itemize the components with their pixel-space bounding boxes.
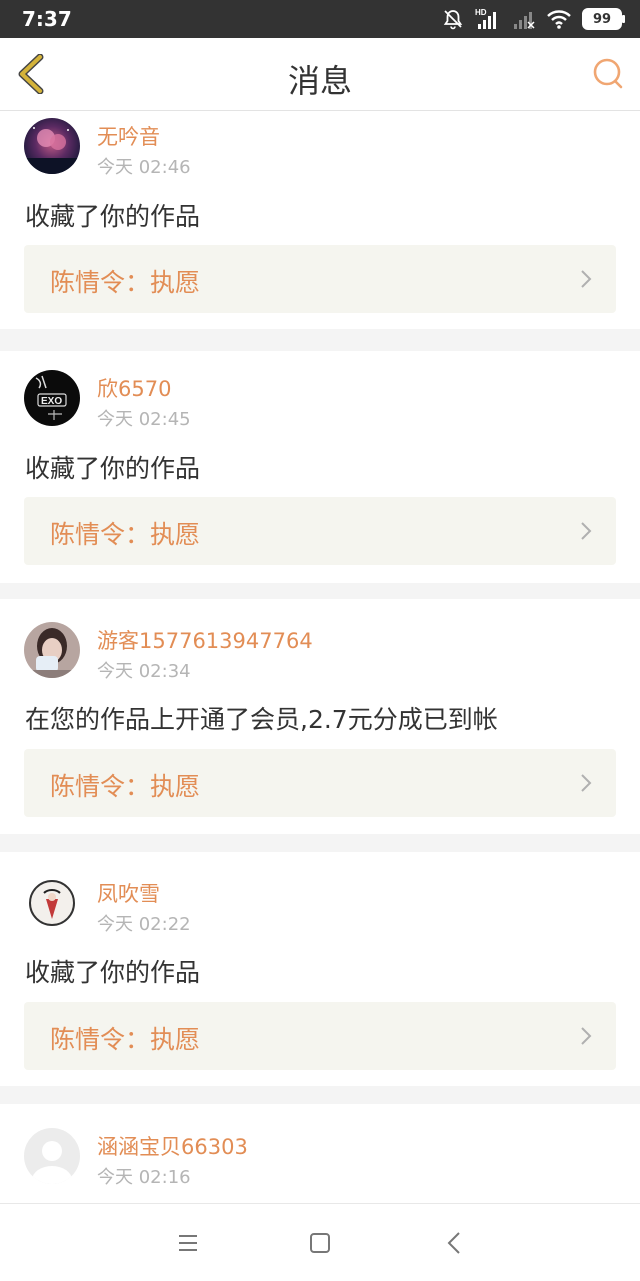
signal-hd-icon: HD [474, 7, 502, 31]
signal-weak-icon [512, 8, 536, 30]
user-avatar[interactable]: EXO [24, 370, 80, 426]
wifi-icon [546, 8, 572, 30]
user-name[interactable]: 无吟音 [97, 121, 160, 151]
work-link[interactable]: 陈情令：执愿 [24, 1002, 616, 1070]
chevron-right-icon [581, 522, 592, 540]
message-text: 收藏了你的作品 [25, 958, 201, 987]
message-time: 今天 02:46 [97, 157, 191, 178]
status-icons: HD 99 [442, 6, 625, 32]
system-back-button[interactable] [440, 1228, 470, 1258]
chevron-right-icon [581, 1027, 592, 1045]
back-triangle-icon [447, 1232, 460, 1254]
status-bar: 7:37 HD 99 [0, 0, 640, 38]
status-time: 7:37 [22, 7, 72, 31]
user-name[interactable]: 凤吹雪 [97, 878, 160, 908]
message-time: 今天 02:16 [97, 1167, 191, 1188]
user-avatar[interactable] [24, 1128, 80, 1184]
message-list: 无吟音 今天 02:46 收藏了你的作品 陈情令：执愿 EXO 欣6570 今天… [0, 111, 640, 1203]
message-time: 今天 02:22 [97, 914, 191, 935]
work-title: 陈情令：执愿 [50, 520, 201, 549]
chevron-right-icon [581, 270, 592, 288]
message-text: 收藏了你的作品 [25, 202, 201, 231]
user-avatar[interactable] [24, 875, 80, 931]
message-time: 今天 02:34 [97, 661, 191, 682]
message-text: 收藏了你的作品 [25, 454, 201, 483]
menu-icon [179, 1235, 197, 1251]
chevron-right-icon [581, 774, 592, 792]
work-title: 陈情令：执愿 [50, 772, 201, 801]
work-link[interactable]: 陈情令：执愿 [24, 749, 616, 817]
battery-indicator: 99 [582, 8, 625, 30]
message-card: 涵涵宝贝66303 今天 02:16 [0, 1104, 640, 1203]
user-avatar[interactable] [24, 622, 80, 678]
message-card: 凤吹雪 今天 02:22 收藏了你的作品 陈情令：执愿 [0, 852, 640, 1086]
work-link[interactable]: 陈情令：执愿 [24, 497, 616, 565]
home-button[interactable] [305, 1228, 335, 1258]
person-photo-avatar [24, 622, 80, 678]
work-title: 陈情令：执愿 [50, 1025, 201, 1054]
message-card: 无吟音 今天 02:46 收藏了你的作品 陈情令：执愿 [0, 111, 640, 329]
night-blossom-avatar [24, 118, 80, 174]
work-link[interactable]: 陈情令：执愿 [24, 245, 616, 313]
system-nav-bar [0, 1203, 640, 1281]
message-time: 今天 02:45 [97, 409, 191, 430]
message-card: 游客1577613947764 今天 02:34 在您的作品上开通了会员,2.7… [0, 599, 640, 834]
message-card: EXO 欣6570 今天 02:45 收藏了你的作品 陈情令：执愿 [0, 351, 640, 583]
user-name[interactable]: 涵涵宝贝66303 [97, 1131, 248, 1161]
work-title: 陈情令：执愿 [50, 268, 201, 297]
search-button[interactable] [590, 56, 626, 92]
user-name[interactable]: 游客1577613947764 [97, 625, 313, 655]
menu-button[interactable] [173, 1228, 203, 1258]
network-label: HD [475, 8, 487, 17]
user-avatar[interactable] [24, 118, 80, 174]
home-square-icon [310, 1233, 330, 1253]
message-text: 在您的作品上开通了会员,2.7元分成已到帐 [25, 705, 498, 734]
svg-text:EXO: EXO [41, 396, 62, 407]
top-header: 消息 [0, 38, 640, 111]
exo-avatar: EXO [24, 370, 80, 426]
illustration-avatar [24, 875, 80, 931]
default-avatar [24, 1128, 80, 1184]
page-title: 消息 [287, 62, 352, 100]
search-icon [593, 58, 623, 89]
bell-muted-icon [442, 8, 464, 30]
user-name[interactable]: 欣6570 [97, 373, 171, 403]
